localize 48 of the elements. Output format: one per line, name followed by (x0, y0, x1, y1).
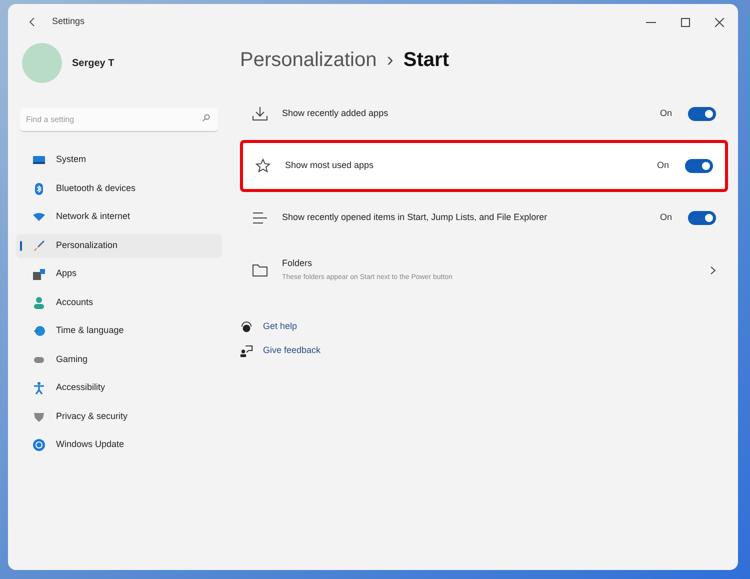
selection-indicator (20, 240, 22, 250)
back-icon (28, 17, 36, 27)
apps-icon (32, 267, 46, 281)
sidebar-item[interactable]: Time & language (16, 319, 222, 343)
search-field[interactable]: Find a setting (20, 108, 218, 132)
sidebar-item[interactable]: Accounts (16, 290, 222, 314)
sidebar-item[interactable]: Privacy & security (16, 404, 222, 428)
close-icon (714, 18, 724, 26)
sidebar-item[interactable]: Personalization (16, 234, 222, 258)
help-link[interactable]: Give feedback (263, 344, 321, 358)
breadcrumb-parent[interactable]: Personalization (240, 45, 377, 75)
sidebar-item[interactable]: Accessibility (16, 376, 222, 400)
toggle-state-text: On (660, 107, 672, 120)
breadcrumb-separator: › (386, 48, 394, 73)
star-icon (255, 158, 271, 174)
window-title: Settings (52, 15, 85, 28)
help-link[interactable]: Get help (263, 320, 298, 334)
setting-label: Show recently added apps (282, 107, 390, 120)
toggle-switch[interactable] (685, 159, 713, 173)
chevron-right-icon (710, 266, 716, 274)
search-icon (202, 114, 210, 122)
setting-label: Show recently opened items in Start, Jump Lists, and File Explorer (282, 211, 548, 224)
setting-label: Show most used apps (285, 159, 375, 172)
wifi-icon (32, 210, 46, 224)
maximize-icon (680, 18, 690, 26)
bluetooth-icon (32, 182, 46, 196)
lines-icon (252, 210, 268, 226)
sidebar-item[interactable]: System (16, 148, 222, 172)
feedback-person-icon (240, 344, 253, 358)
brush-icon (32, 238, 46, 252)
user-name: Sergey T (72, 56, 114, 70)
sidebar-item[interactable]: Windows Update (16, 433, 222, 457)
download-icon (252, 106, 268, 122)
page-title: Start (403, 48, 449, 73)
folder-icon (252, 262, 268, 278)
person-icon (32, 296, 46, 310)
toggle-state-text: On (660, 211, 672, 224)
monitor-icon (32, 153, 46, 167)
toggle-switch[interactable] (688, 211, 716, 225)
person-figure-icon (32, 381, 46, 395)
avatar (22, 43, 62, 83)
toggle-state-text: On (656, 159, 669, 172)
setting-label: Folders (282, 257, 314, 270)
sidebar-item[interactable]: Bluetooth & devices (16, 176, 222, 200)
sidebar-item[interactable]: Network & internet (16, 205, 222, 229)
sidebar-item[interactable]: Gaming (16, 348, 222, 372)
toggle-switch[interactable] (688, 107, 716, 121)
sidebar-item[interactable]: Apps (16, 262, 222, 286)
